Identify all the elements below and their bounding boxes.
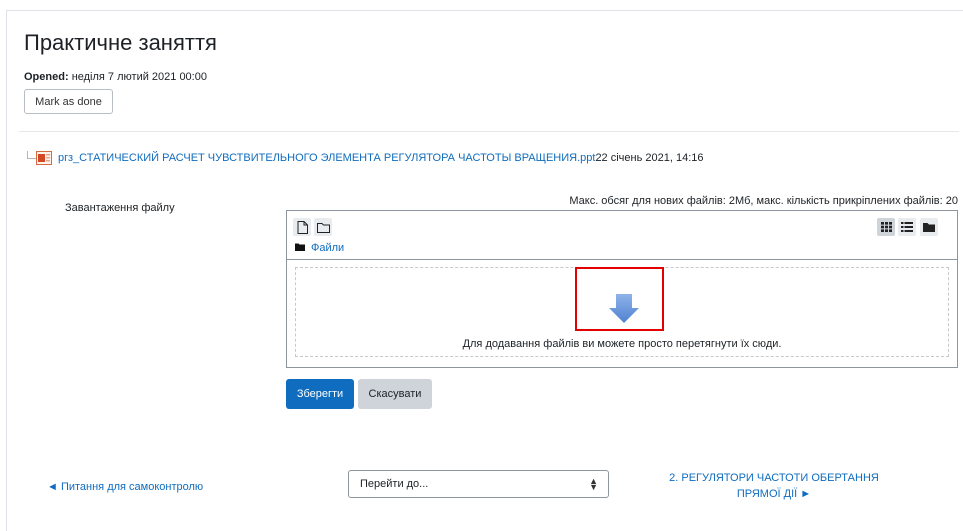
highlight-box (575, 267, 664, 331)
submitted-file-link[interactable]: ргз_СТАТИЧЕСКИЙ РАСЧЕТ ЧУВСТВИТЕЛЬНОГО Э… (58, 152, 704, 164)
divider (19, 131, 959, 132)
list-view-icon[interactable] (898, 218, 916, 236)
create-folder-icon[interactable] (314, 218, 332, 236)
submitted-file-name[interactable]: ргз_СТАТИЧЕСКИЙ РАСЧЕТ ЧУВСТВИТЕЛЬНОГО Э… (58, 152, 595, 164)
add-file-icon[interactable] (293, 218, 311, 236)
cancel-button[interactable]: Скасувати (358, 379, 432, 409)
next-activity-link[interactable]: 2. РЕГУЛЯТОРИ ЧАСТОТИ ОБЕРТАННЯ ПРЯМОЇ Д… (665, 470, 883, 502)
upload-limits-text: Макс. обсяг для нових файлів: 2Мб, макс.… (569, 195, 958, 207)
folder-icon (295, 242, 305, 254)
jump-to-select[interactable]: Перейти до... ▲ ▼ (348, 470, 609, 498)
jump-to-value: Перейти до... (360, 478, 429, 490)
file-manager-divider (287, 259, 957, 260)
mark-as-done-button[interactable]: Mark as done (24, 89, 113, 114)
grid-view-icon[interactable] (877, 218, 895, 236)
file-upload-label: Завантаження файлу (65, 202, 175, 214)
drop-hint-text: Для додавання файлів ви можете просто пе… (462, 338, 782, 350)
breadcrumb: Файли (295, 242, 344, 254)
tree-view-icon[interactable] (920, 218, 938, 236)
opened-value: неділя 7 лютий 2021 00:00 (71, 71, 207, 83)
breadcrumb-files-link[interactable]: Файли (311, 242, 344, 254)
save-button[interactable]: Зберегти (286, 379, 354, 409)
opened-label: Opened: (24, 71, 69, 83)
page-title: Практичне заняття (24, 30, 217, 55)
powerpoint-file-icon (36, 151, 52, 165)
opened-date: Opened: неділя 7 лютий 2021 00:00 (24, 71, 207, 83)
select-caret-icon: ▲ ▼ (589, 476, 598, 492)
tree-connector (27, 151, 36, 159)
submitted-file-date: 22 січень 2021, 14:16 (595, 152, 704, 164)
prev-activity-link[interactable]: ◄ Питання для самоконтролю (47, 481, 203, 493)
